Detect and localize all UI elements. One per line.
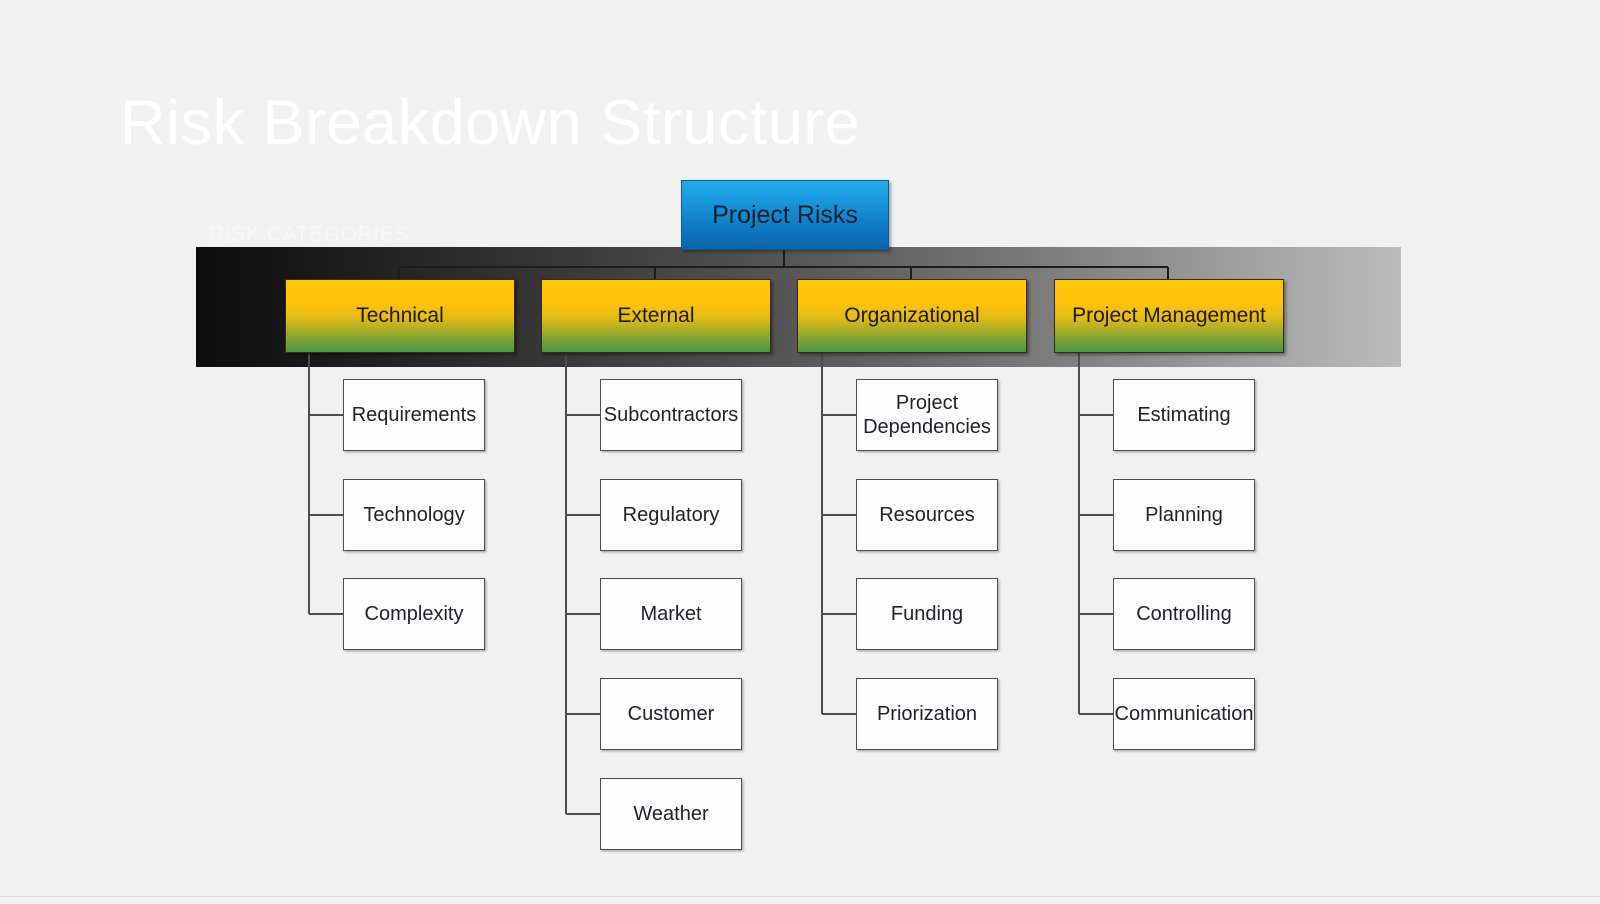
node-label: Organizational <box>844 304 980 327</box>
leaf-node-technology[interactable]: Technology <box>343 479 485 551</box>
leaf-node-weather[interactable]: Weather <box>600 778 742 850</box>
leaf-node-estimating[interactable]: Estimating <box>1113 379 1255 451</box>
leaf-node-project-dependencies[interactable]: Project Dependencies <box>856 379 998 451</box>
leaf-node-customer[interactable]: Customer <box>600 678 742 750</box>
node-label-line1: Project <box>895 391 959 414</box>
node-label: Planning <box>1145 503 1223 526</box>
page-title: Risk Breakdown Structure <box>120 88 861 158</box>
leaf-node-planning[interactable]: Planning <box>1113 479 1255 551</box>
node-label: Regulatory <box>622 503 720 526</box>
node-label: Project Dependencies <box>863 391 991 440</box>
node-label: Funding <box>890 602 964 625</box>
node-label: Resources <box>879 503 975 526</box>
leaf-node-priorization[interactable]: Priorization <box>856 678 998 750</box>
leaf-node-regulatory[interactable]: Regulatory <box>600 479 742 551</box>
leaf-node-subcontractors[interactable]: Subcontractors <box>600 379 742 451</box>
leaf-node-funding[interactable]: Funding <box>856 578 998 650</box>
slide-canvas: Risk Breakdown Structure RISK CATEGORIES… <box>0 0 1600 904</box>
category-node-organizational[interactable]: Organizational <box>797 279 1027 353</box>
node-label: Controlling <box>1136 602 1232 625</box>
node-label: Communication <box>1114 702 1254 725</box>
node-label: Customer <box>627 702 715 725</box>
node-label: Complexity <box>364 602 464 625</box>
footer-divider <box>0 896 1600 897</box>
leaf-node-complexity[interactable]: Complexity <box>343 578 485 650</box>
leaf-node-resources[interactable]: Resources <box>856 479 998 551</box>
node-label: Market <box>640 602 702 625</box>
node-label: Priorization <box>876 702 978 725</box>
category-node-technical[interactable]: Technical <box>285 279 515 353</box>
node-label: Subcontractors <box>603 403 739 426</box>
leaf-node-communication[interactable]: Communication <box>1113 678 1255 750</box>
section-label-risk-categories: RISK CATEGORIES <box>209 223 409 246</box>
node-label: Technical <box>356 304 444 327</box>
node-label: Estimating <box>1137 403 1231 426</box>
node-label: Project Risks <box>712 200 858 229</box>
node-label: External <box>617 304 695 327</box>
node-label: Requirements <box>351 403 477 426</box>
category-node-project-management[interactable]: Project Management <box>1054 279 1284 353</box>
category-node-external[interactable]: External <box>541 279 771 353</box>
node-project-risks[interactable]: Project Risks <box>681 180 889 250</box>
leaf-node-market[interactable]: Market <box>600 578 742 650</box>
leaf-node-controlling[interactable]: Controlling <box>1113 578 1255 650</box>
node-label: Technology <box>363 503 465 526</box>
node-label-line2: Dependencies <box>863 416 991 438</box>
node-label: Weather <box>633 802 709 825</box>
leaf-node-requirements[interactable]: Requirements <box>343 379 485 451</box>
node-label: Project Management <box>1072 304 1266 327</box>
